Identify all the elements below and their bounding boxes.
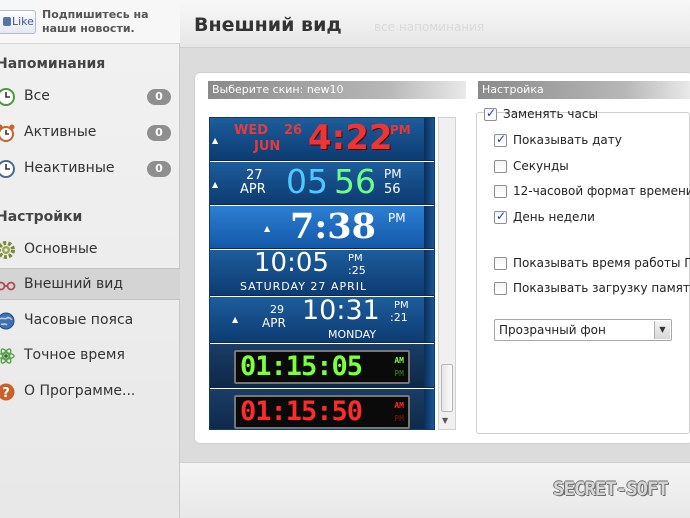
arrow-up-icon: ▲ [212, 136, 219, 145]
scrollbar-thumb[interactable] [441, 364, 453, 412]
lcd-display: 01:15:50 AM PM [234, 395, 410, 429]
clock-blue-icon [0, 160, 15, 178]
arrow-up-icon: ▲ [264, 224, 271, 233]
like-bar: Like Подпишитесь на наши новости. [0, 0, 180, 44]
checkbox-checked[interactable] [494, 209, 507, 224]
sidebar-item-label: Все [24, 88, 50, 104]
skin-list-header: Выберите скин: new10 [208, 81, 466, 99]
skin-item[interactable]: ▲ WED 26 JUN 4:22 PM [210, 118, 434, 161]
question-icon: ? [0, 383, 15, 401]
sidebar-item-exact-time[interactable]: Точное время [0, 340, 180, 372]
sidebar-item-inactive[interactable]: Неактивные 0 [0, 153, 180, 185]
sidebar-item-label: О Программе... [24, 383, 136, 399]
lcd-display: 01:15:05 AM PM [234, 350, 410, 384]
clock-green-icon [0, 88, 15, 106]
checkbox-unchecked[interactable] [494, 257, 507, 270]
scroll-down-icon[interactable]: ▼ [442, 416, 448, 425]
header-ghost-text: все напоминания [374, 20, 485, 34]
checkbox-checked[interactable] [494, 132, 507, 147]
gear-icon [0, 241, 15, 259]
settings-section-title: Настройки [0, 209, 83, 225]
sidebar-item-all[interactable]: Все 0 [0, 81, 180, 113]
sidebar-item-appearance[interactable]: Внешний вид [0, 268, 180, 300]
sidebar-item-label: Неактивные [24, 160, 115, 176]
sidebar-item-label: Основные [24, 241, 98, 257]
skin-item[interactable]: ▲ 27 APR 05 56 PM 56 [210, 162, 434, 205]
arrow-up-icon: ▲ [232, 315, 239, 324]
alarm-clock-icon [0, 124, 15, 142]
sidebar-item-label: Точное время [24, 347, 125, 363]
skin-item[interactable]: 10:05 PM :25 SATURDAY 27 APRIL [210, 250, 434, 296]
atom-icon [0, 348, 15, 364]
background-select[interactable]: Прозрачный фон ▼ [494, 319, 672, 341]
chevron-down-icon: ▼ [654, 321, 670, 339]
thumbs-up-icon [3, 17, 11, 26]
count-badge: 0 [147, 89, 171, 105]
skin-item[interactable]: ▲ 29 APR 10:31 PM :21 MONDAY [210, 297, 434, 343]
checkbox-unchecked[interactable] [494, 282, 507, 295]
checkbox-unchecked[interactable] [494, 185, 507, 198]
globe-icon [0, 312, 15, 330]
arrow-up-icon: ▲ [212, 180, 219, 189]
sidebar-item-general[interactable]: Основные [0, 234, 180, 266]
checkbox-unchecked[interactable] [494, 160, 507, 173]
skin-list[interactable]: ▲ WED 26 JUN 4:22 PM ▲ 27 APR 05 56 PM 5… [209, 117, 435, 430]
count-badge: 0 [147, 125, 171, 141]
subscribe-text: Подпишитесь на наши новости. [42, 8, 149, 35]
skin-item[interactable]: 01:15:50 AM PM [210, 389, 434, 429]
sidebar-item-about[interactable]: ? О Программе... [0, 376, 180, 408]
sidebar-item-label: Активные [24, 124, 97, 140]
skin-item-selected[interactable]: ▲ 7:38 PM [210, 206, 434, 249]
sidebar: Like Подпишитесь на наши новости. Напоми… [0, 0, 180, 518]
reminders-section-title: Напоминания [0, 56, 106, 72]
glasses-icon [0, 281, 16, 291]
sidebar-item-timezones[interactable]: Часовые пояса [0, 305, 180, 337]
like-button[interactable]: Like [0, 10, 36, 34]
sidebar-item-label: Внешний вид [24, 276, 124, 292]
watermark: SECRET-SOFT [553, 478, 669, 500]
checkbox-checked[interactable] [484, 106, 497, 121]
page-title: Внешний вид [194, 14, 342, 36]
skin-item[interactable]: 01:15:05 AM PM [210, 344, 434, 388]
sidebar-item-active[interactable]: Активные 0 [0, 117, 180, 149]
skin-list-scrollbar[interactable]: ▼ [438, 117, 456, 430]
settings-group [476, 112, 690, 434]
header: Внешний вид все напоминания [180, 0, 690, 48]
count-badge: 0 [147, 161, 171, 177]
settings-header: Настройка [478, 81, 690, 99]
sidebar-item-label: Часовые пояса [24, 312, 134, 328]
svg-text:?: ? [2, 386, 10, 401]
